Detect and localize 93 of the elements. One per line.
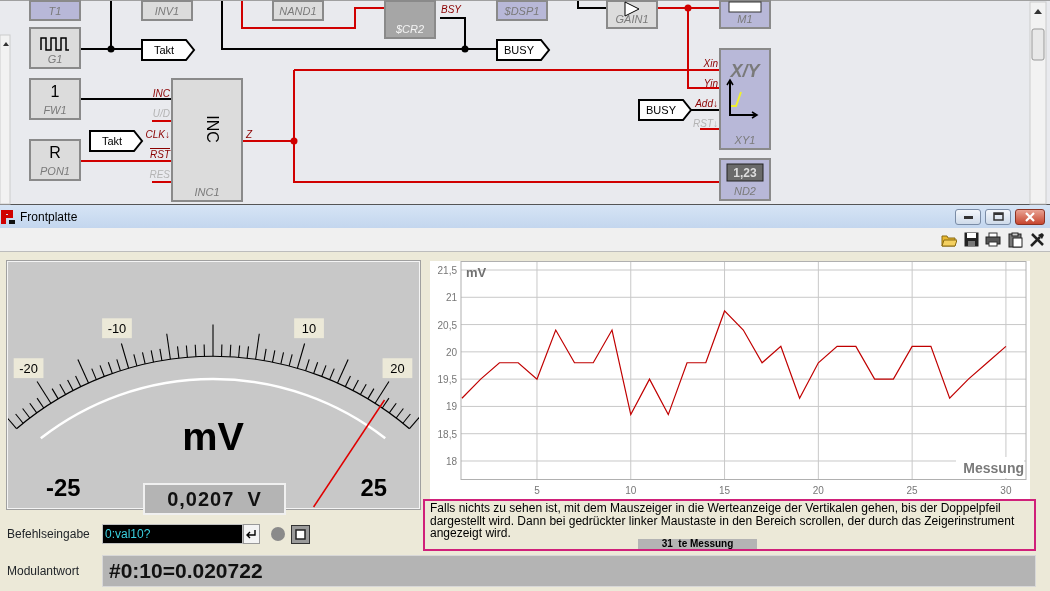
pin-label: Add↓: [695, 98, 718, 109]
pin-label: RST↓: [693, 118, 718, 129]
junction-dot: [461, 45, 469, 53]
block-label: INV1: [154, 5, 180, 17]
y-tick-label: 21: [445, 292, 457, 304]
display-icon: [728, 1, 762, 13]
enter-icon[interactable]: [243, 524, 260, 544]
xy-plot-icon: [726, 78, 759, 119]
x-tick-label: 25: [906, 485, 918, 496]
x-tick-label: 30: [1000, 485, 1012, 496]
wire: [577, 0, 608, 9]
square-icon: [295, 528, 306, 540]
block-label: FW1: [43, 104, 67, 116]
x-axis-label: Messung: [956, 457, 1024, 478]
window-title: Frontplatte: [20, 208, 78, 226]
block-symbol: 1: [50, 83, 60, 100]
logo-icon: [0, 208, 16, 225]
pin-label: INC: [152, 88, 170, 99]
x-tick-label: 10: [625, 485, 637, 496]
block-label: T1: [48, 5, 62, 17]
scale-label: -10: [102, 318, 132, 339]
scale-max-label: 25: [360, 474, 387, 502]
scale-label: 10: [294, 318, 324, 339]
close-icon: [1025, 211, 1035, 222]
close-button[interactable]: [1015, 208, 1045, 225]
pin-label: CLK↓: [145, 129, 170, 140]
junction-dot: [684, 4, 692, 12]
block-symbol: X/Y: [730, 61, 760, 81]
minimize-icon: [963, 214, 973, 219]
scale-label: 20: [382, 358, 413, 379]
pin-label: U/D: [152, 108, 170, 119]
scrollbar[interactable]: [1029, 1, 1047, 205]
square-wave-icon: [40, 37, 70, 51]
y-tick-label: 20,5: [437, 319, 457, 331]
block-label: $DSP1: [504, 5, 540, 17]
y-tick-label: 19: [445, 401, 457, 413]
command-input[interactable]: 0:val10?: [102, 524, 243, 544]
square-button[interactable]: [291, 524, 310, 544]
x-tick-label: 15: [719, 485, 731, 496]
signal-tag: BUSY: [638, 99, 693, 121]
response-field: #0:10=0.020722: [102, 555, 1036, 587]
y-tick-label: 18: [445, 456, 457, 467]
y-tick-label: 19,5: [437, 374, 457, 386]
block-label: XY1: [734, 134, 756, 146]
scale-min-label: -25: [46, 474, 81, 502]
unit-label: mV: [182, 414, 244, 459]
x-axis-title: Messung: [963, 460, 1024, 476]
block-symbol: INC: [204, 115, 221, 143]
y-axis-label: mV: [466, 265, 487, 280]
scrollbar[interactable]: [0, 34, 11, 205]
scale-label: -20: [13, 358, 44, 379]
pin-label: Yin: [703, 78, 718, 89]
block-label: ND2: [734, 185, 756, 197]
block-label: NAND1: [279, 5, 317, 17]
pin-label: Xin: [703, 58, 718, 69]
block-label: M1: [737, 13, 753, 25]
clipboard-icon[interactable]: [1006, 230, 1024, 249]
x-tick-label: 20: [812, 485, 824, 496]
command-label: Befehlseingabe: [7, 526, 91, 543]
signal-tag: BUSY: [496, 39, 551, 61]
pin-label: BSY: [441, 4, 461, 15]
block-label: G1: [47, 53, 63, 65]
block-label: INC1: [194, 186, 220, 198]
x-tick-label: 5: [534, 485, 540, 496]
maximize-button[interactable]: [985, 208, 1011, 225]
pin-label: RST: [150, 149, 170, 160]
hint-text: Falls nichts zu sehen ist, mit dem Mauszeiger in die Werteanzeige der Vertikalen gehen, bis der Doppelpfeil dargestellt wird. Dann bei gedrückter linker Maustaste in den Bereich scrollen, der durch das Zeigerinstrument angezeigt wird.: [430, 502, 1016, 540]
block-label: $CR2: [395, 23, 425, 35]
junction-dot: [290, 137, 298, 145]
numeric-display: 1,23: [726, 163, 764, 182]
block-label: GAIN1: [615, 13, 649, 25]
save-icon[interactable]: [962, 230, 980, 249]
printer-icon[interactable]: [984, 230, 1002, 249]
tools-icon[interactable]: [1028, 230, 1046, 249]
y-tick-label: 20: [445, 346, 457, 358]
wire: [151, 120, 173, 122]
junction-dot: [107, 45, 115, 53]
wire: [151, 181, 173, 183]
signal-tag: Takt: [141, 39, 196, 61]
pin-label: Z: [246, 129, 253, 140]
y-tick-label: 18,5: [437, 428, 457, 440]
meter-reading: 0,0207 V: [143, 483, 286, 515]
block-symbol: R: [49, 144, 61, 161]
maximize-icon: [992, 212, 1004, 221]
minimize-button[interactable]: [955, 208, 981, 225]
y-tick-label: 21,5: [437, 265, 457, 276]
status-led: [271, 527, 285, 541]
response-label: Modulantwort: [7, 563, 81, 580]
signal-tag: Takt: [89, 130, 144, 152]
block-label: PON1: [40, 165, 70, 177]
triangle-icon: [624, 1, 640, 17]
pin-label: RES: [149, 169, 170, 180]
measurement-counter: 31 te Messung: [638, 539, 757, 549]
